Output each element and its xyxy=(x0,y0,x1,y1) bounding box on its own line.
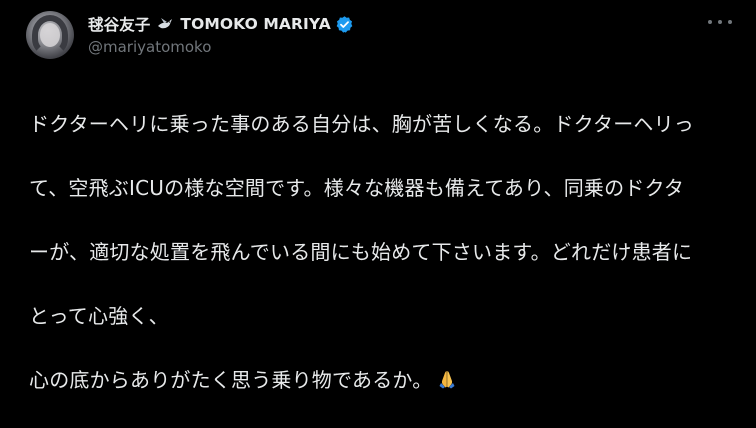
tweet-line: ドクターヘリに乗った事のある自分は、胸が苦しくなる。ドクターヘリっ xyxy=(29,112,694,136)
tweet-line-text: 心の底からありがたく思う乗り物であるか。 xyxy=(29,368,433,392)
tweet-line: て、空飛ぶICUの様な空間です。様々な機器も備えてあり、同乗のドクタ xyxy=(29,176,685,200)
dove-icon xyxy=(156,15,174,33)
verified-badge-icon xyxy=(335,15,354,34)
tweet-card: 毬谷友子 TOMOKO MARIYA @mariyatomoko ドクターヘリに… xyxy=(0,0,756,392)
author-handle[interactable]: @mariyatomoko xyxy=(88,38,211,56)
more-options-icon[interactable] xyxy=(708,14,732,30)
tweet-line-last: 心の底からありがたく思う乗り物であるか。 xyxy=(29,364,741,396)
tweet-line: ーが、適切な処置を飛んでいる間にも始めて下さいます。どれだけ患者に xyxy=(29,240,693,264)
folded-hands-icon xyxy=(438,366,456,389)
tweet-line: とって心強く、 xyxy=(29,304,169,328)
author-name-row[interactable]: 毬谷友子 TOMOKO MARIYA xyxy=(88,12,354,36)
avatar[interactable] xyxy=(26,11,74,59)
display-name-jp[interactable]: 毬谷友子 xyxy=(88,13,150,35)
tweet-text: ドクターヘリに乗った事のある自分は、胸が苦しくなる。ドクターヘリっ て、空飛ぶI… xyxy=(29,76,741,428)
display-name-latin[interactable]: TOMOKO MARIYA xyxy=(180,15,330,33)
